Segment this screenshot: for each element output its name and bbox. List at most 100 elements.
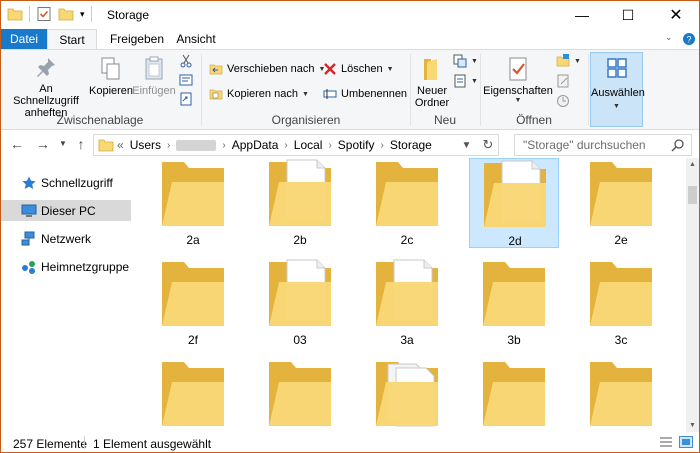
folder-item[interactable]: 2d (469, 158, 559, 248)
breadcrumb-storage[interactable]: Storage (390, 138, 432, 152)
folder-item[interactable] (148, 358, 238, 432)
minimize-button[interactable]: — (559, 1, 605, 29)
search-icon[interactable] (671, 138, 685, 152)
group-divider (201, 54, 202, 126)
folder-name: 2d (508, 234, 522, 248)
group-divider (588, 54, 589, 126)
chevron-right-icon[interactable]: › (167, 140, 170, 151)
search-input[interactable]: "Storage" durchsuchen (514, 134, 692, 156)
address-history-icon[interactable]: ▼ (462, 140, 472, 151)
sidebar-item-label: Netzwerk (41, 231, 92, 246)
copy-to-button[interactable]: Kopieren nach ▼ (209, 87, 309, 101)
svg-text:?: ? (686, 35, 691, 45)
tab-file[interactable]: Datei (1, 29, 47, 49)
vertical-scrollbar[interactable]: ▲ ▼ (686, 158, 699, 432)
folder-item[interactable] (362, 358, 452, 432)
sidebar-item-homegroup[interactable]: Heimnetzgruppe (1, 256, 131, 277)
open-icon (556, 54, 570, 67)
folder-item[interactable]: 03 (255, 258, 345, 348)
toolbar-divider (29, 6, 30, 22)
chevron-right-icon[interactable]: › (328, 140, 331, 151)
properties-label: Eigenschaften (483, 85, 553, 97)
dropdown-icon: ▼ (471, 77, 478, 85)
folder-icon (7, 8, 23, 21)
back-arrow-icon[interactable]: ← (9, 136, 25, 152)
help-icon[interactable]: ? (682, 32, 696, 46)
qat-dropdown-icon[interactable]: ▾ (80, 9, 85, 20)
sidebar-item-this-pc[interactable]: Dieser PC (1, 200, 131, 221)
chevron-right-icon[interactable]: › (380, 140, 383, 151)
new-folder-icon[interactable] (58, 6, 74, 22)
folder-item[interactable] (576, 358, 666, 432)
close-button[interactable]: ✕ (653, 1, 699, 29)
folder-item[interactable]: 2c (362, 158, 452, 248)
refresh-icon[interactable]: ↻ (483, 137, 494, 153)
scroll-up-icon[interactable]: ▲ (686, 158, 699, 171)
large-icons-view-icon[interactable] (679, 436, 693, 448)
forward-arrow-icon[interactable]: → (35, 136, 51, 152)
recent-locations-icon[interactable]: ▼ (55, 136, 71, 152)
navigation-pane: Schnellzugriff Dieser PC Netzwerk Heimne… (1, 158, 133, 432)
quick-access-toolbar: ▾ (7, 6, 92, 22)
sidebar-item-label: Schnellzugriff (41, 175, 113, 190)
folder-item[interactable] (255, 358, 345, 432)
open-button[interactable]: ▼ (556, 54, 581, 68)
breadcrumb-local[interactable]: Local (294, 138, 323, 152)
rename-button[interactable]: Umbenennen (323, 87, 407, 101)
history-icon[interactable] (556, 94, 570, 108)
breadcrumb-spotify[interactable]: Spotify (338, 138, 375, 152)
easy-access-button[interactable]: ▼ (453, 74, 478, 88)
delete-button[interactable]: Löschen ▼ (323, 62, 394, 76)
copy-button[interactable]: Kopieren (89, 56, 133, 97)
folder-name: 3a (400, 333, 414, 347)
scroll-thumb[interactable] (688, 186, 697, 204)
address-bar[interactable]: « Users › › AppData › Local › Spotify › … (93, 134, 499, 156)
collapse-ribbon-icon[interactable]: ⌄ (665, 32, 679, 46)
select-all-button[interactable]: Auswählen ▼ (590, 52, 645, 127)
copy-path-icon[interactable] (179, 74, 193, 86)
maximize-button[interactable]: ☐ (605, 1, 651, 29)
folder-item[interactable]: 3c (576, 258, 666, 348)
copy-icon (101, 57, 120, 80)
chevron-right-icon[interactable]: › (284, 140, 287, 151)
breadcrumb-users[interactable]: Users (130, 138, 161, 152)
new-item-button[interactable]: ▼ (453, 54, 478, 68)
cut-icon[interactable] (179, 54, 193, 68)
copy-to-label: Kopieren nach (227, 88, 298, 100)
move-to-button[interactable]: Verschieben nach ▼ (209, 62, 325, 76)
sidebar-item-network[interactable]: Netzwerk (1, 228, 131, 249)
up-arrow-icon[interactable]: ↑ (73, 136, 89, 152)
folder-item[interactable]: 3b (469, 258, 559, 348)
tab-share[interactable]: Freigeben (107, 29, 167, 49)
folder-item[interactable] (469, 358, 559, 432)
properties-button[interactable]: Eigenschaften ▼ (483, 56, 553, 104)
tab-start[interactable]: Start (47, 29, 97, 50)
chevron-right-icon[interactable]: › (222, 140, 225, 151)
paste-button[interactable]: Einfügen (131, 56, 177, 97)
folder-item[interactable]: 2b (255, 158, 345, 248)
pin-quick-access-button[interactable]: An Schnellzugriff anheften (5, 56, 87, 119)
new-folder-icon (424, 59, 437, 80)
sidebar-item-quick-access[interactable]: Schnellzugriff (1, 172, 131, 193)
move-to-label: Verschieben nach (227, 63, 315, 75)
folder-item[interactable]: 2e (576, 158, 666, 248)
breadcrumb-overflow[interactable]: « (117, 138, 124, 152)
folder-item[interactable]: 2a (148, 158, 238, 248)
dropdown-icon: ▼ (301, 90, 309, 98)
paste-shortcut-icon[interactable] (179, 92, 193, 106)
tab-view[interactable]: Ansicht (173, 29, 219, 49)
breadcrumb-appdata[interactable]: AppData (232, 138, 279, 152)
details-view-icon[interactable] (659, 436, 673, 448)
dropdown-icon: ▼ (613, 103, 620, 110)
properties-icon[interactable] (36, 6, 52, 22)
folder-item[interactable]: 3a (362, 258, 452, 348)
delete-label: Löschen (341, 63, 383, 75)
status-bar: 257 Elemente 1 Element ausgewählt (1, 432, 699, 452)
toolbar-divider (90, 6, 92, 22)
folder-item[interactable]: 2f (148, 258, 238, 348)
new-folder-label-line2: Ordner (414, 97, 450, 109)
new-folder-button[interactable]: Neuer Ordner (413, 56, 451, 109)
ribbon: An Schnellzugriff anheften Kopieren Einf… (1, 49, 699, 130)
edit-icon[interactable] (556, 74, 570, 88)
scroll-down-icon[interactable]: ▼ (686, 419, 699, 432)
